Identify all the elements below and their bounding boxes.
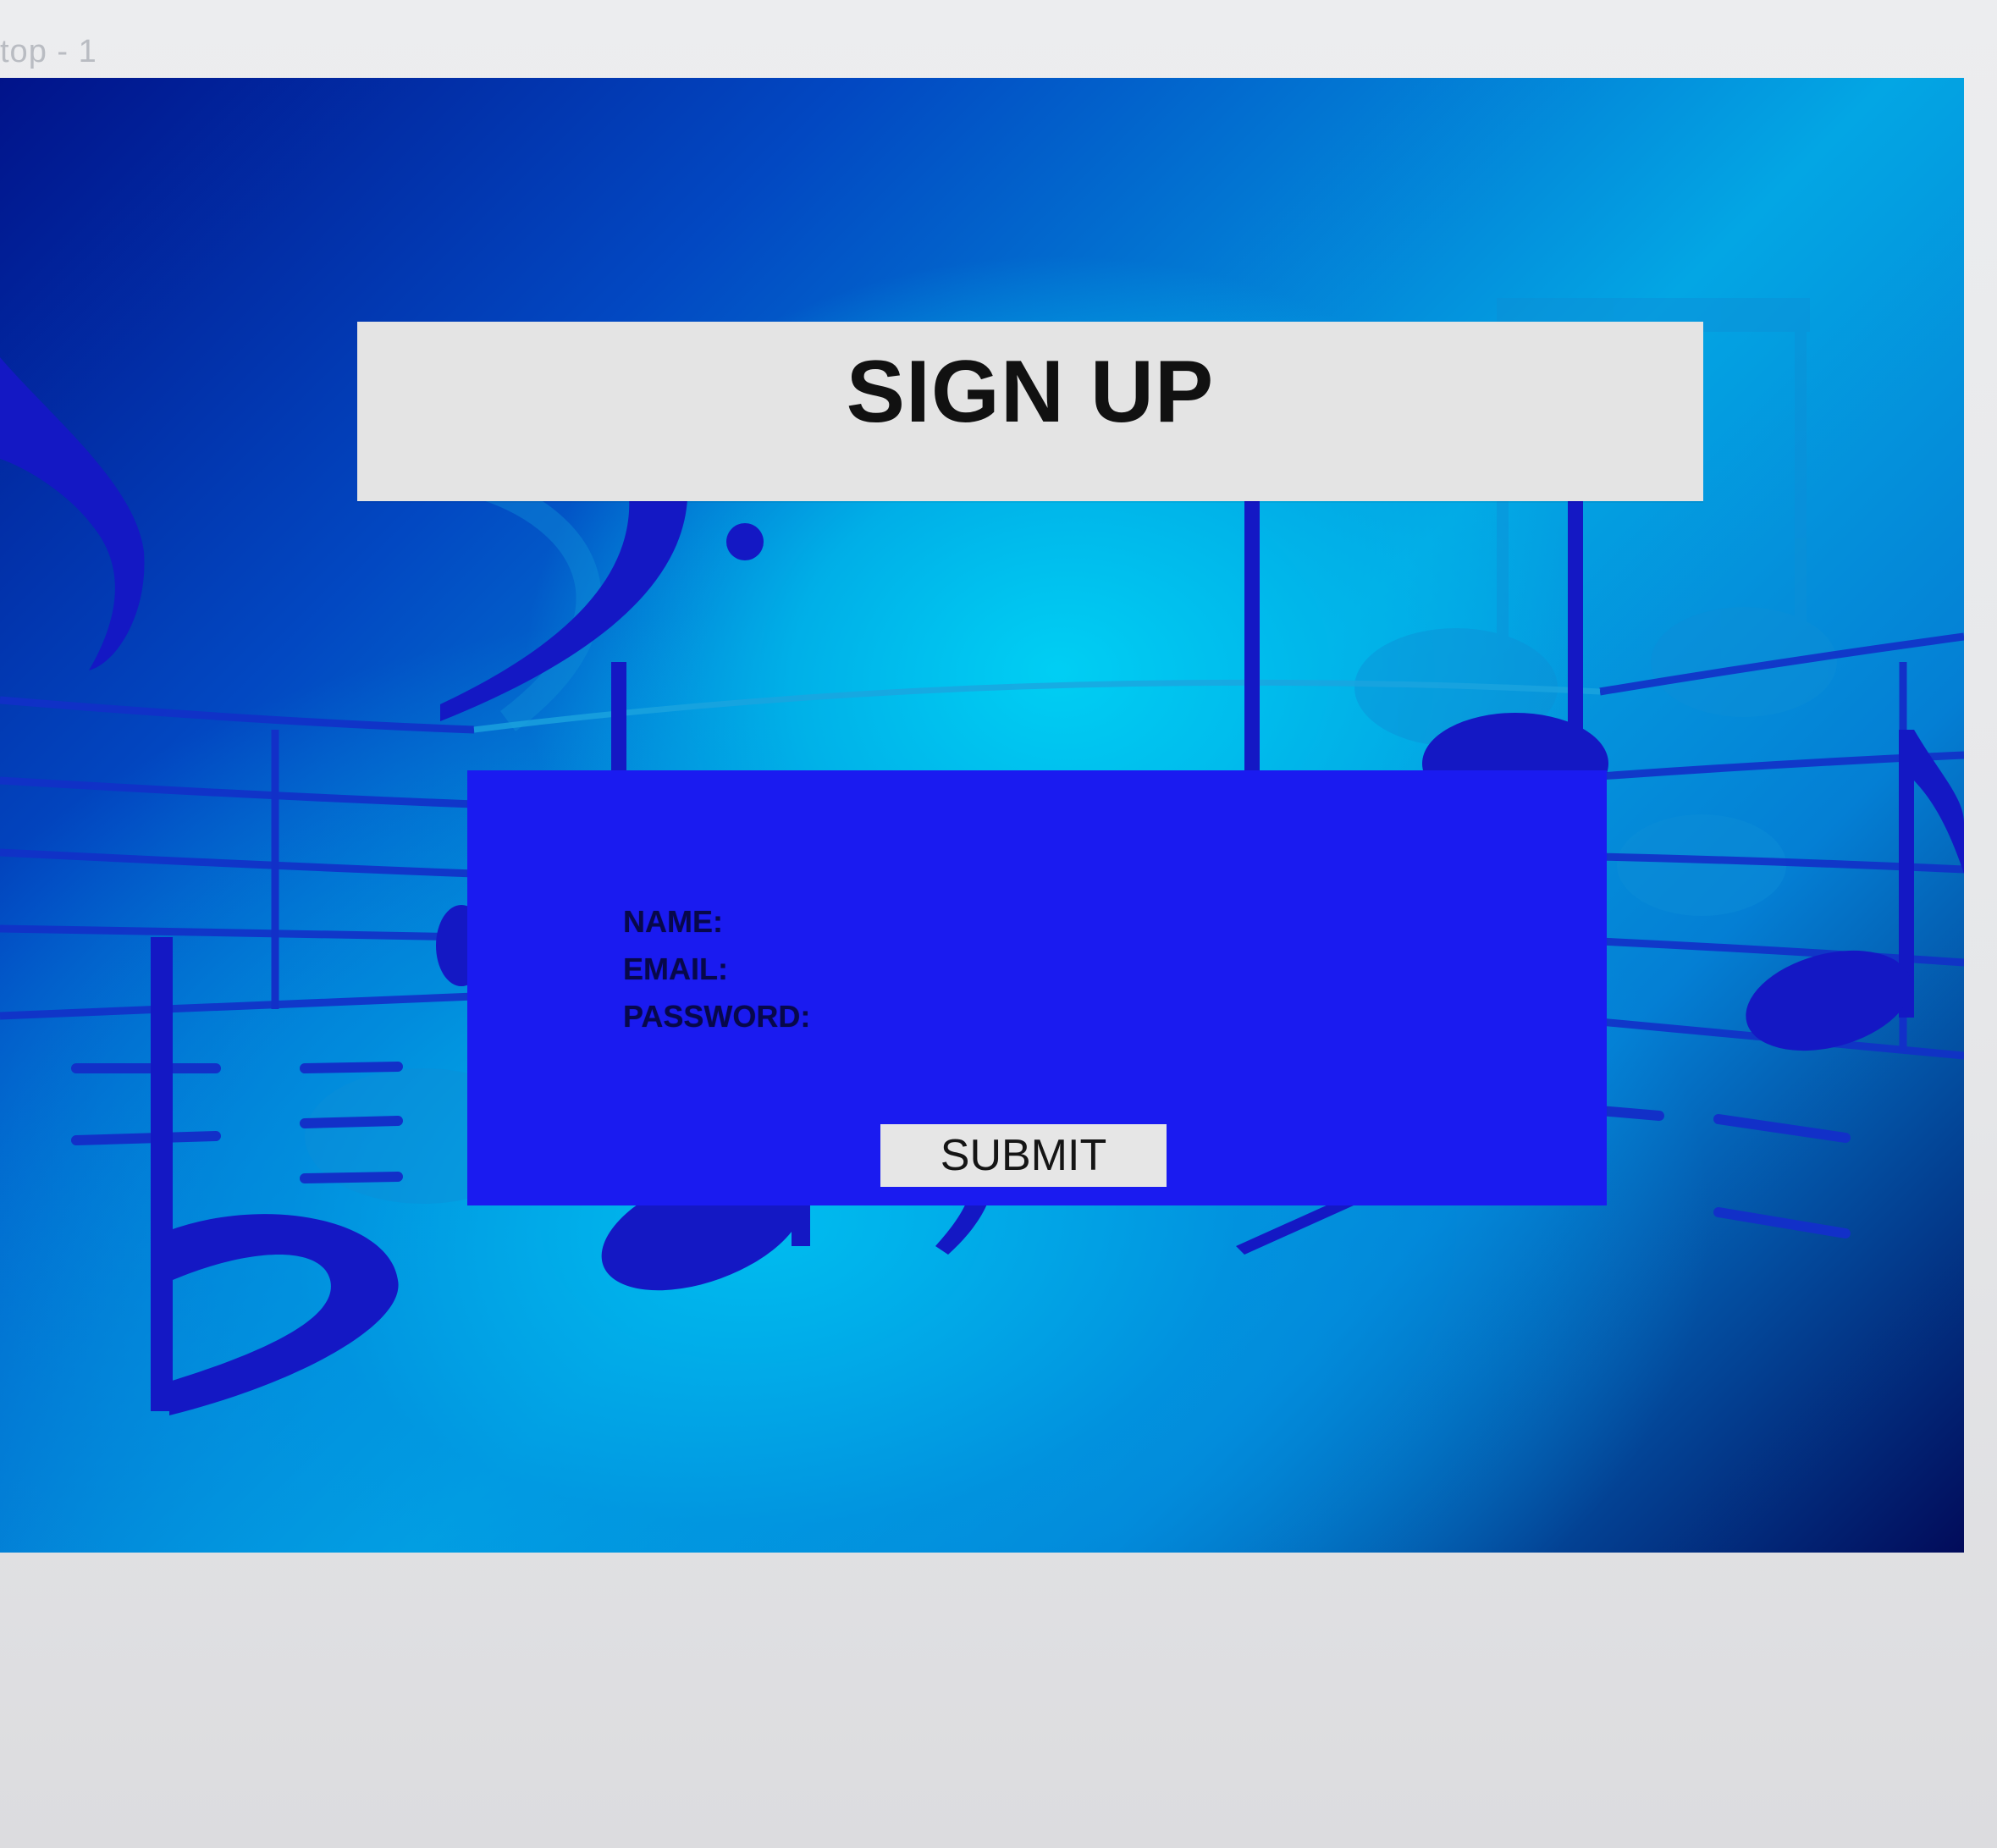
signup-artboard: SIGN UP NAME: EMAIL: PASSWORD: SUBMIT xyxy=(0,78,1964,1553)
password-field-label: PASSWORD: xyxy=(623,999,811,1034)
artboard-label: top - 1 xyxy=(0,34,97,69)
title-bar: SIGN UP xyxy=(357,322,1703,501)
signup-form-panel: NAME: EMAIL: PASSWORD: SUBMIT xyxy=(467,770,1607,1205)
name-field-label: NAME: xyxy=(623,904,723,939)
email-field-label: EMAIL: xyxy=(623,952,728,986)
submit-button[interactable]: SUBMIT xyxy=(880,1124,1167,1187)
page-title: SIGN UP xyxy=(846,343,1215,441)
